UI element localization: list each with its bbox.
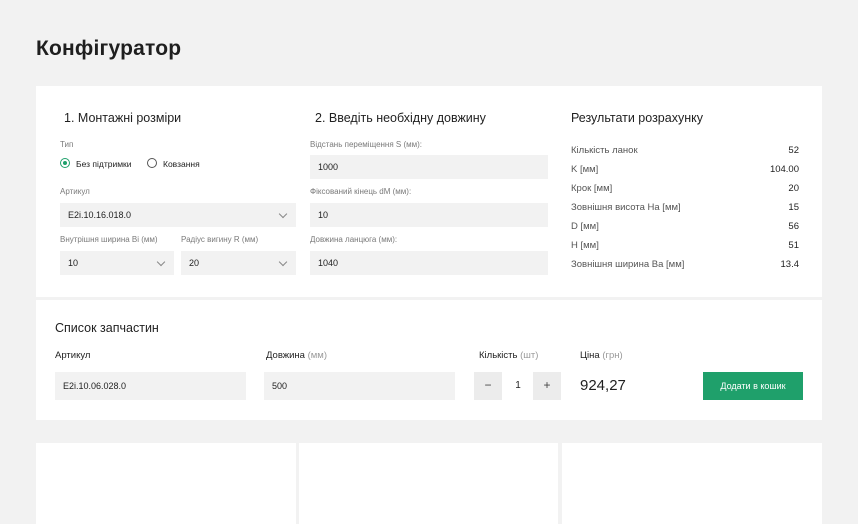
parts-col-length-label: Довжина: [266, 350, 305, 361]
result-key: Зовнішня висота Ha [мм]: [571, 202, 681, 213]
chevron-down-icon: [278, 209, 288, 219]
results-section-title: Результати розрахунку: [571, 111, 703, 125]
chevron-down-icon: [278, 257, 288, 267]
parts-col-qty: Кількість (шт): [479, 350, 538, 361]
result-value: 56: [788, 221, 799, 232]
result-key: Зовнішня ширина Ba [мм]: [571, 259, 685, 270]
result-row: H [мм] 51: [571, 240, 799, 254]
parts-col-price-unit: (грн): [602, 350, 623, 361]
inner-width-value: 10: [68, 258, 79, 268]
chain-length-label: Довжина ланцюга (мм):: [310, 235, 398, 244]
result-row: K [мм] 104.00: [571, 164, 799, 178]
result-row: D [мм] 56: [571, 221, 799, 235]
part-price: 924,27: [580, 377, 626, 394]
qty-decrement-button[interactable]: −: [474, 372, 502, 400]
part-length-input[interactable]: 500: [264, 372, 455, 400]
bend-radius-select[interactable]: 20: [181, 251, 296, 275]
result-row: Зовнішня ширина Ba [мм] 13.4: [571, 259, 799, 273]
inner-width-select[interactable]: 10: [60, 251, 174, 275]
travel-distance-input[interactable]: 1000: [310, 155, 548, 179]
result-key: Крок [мм]: [571, 183, 613, 194]
result-key: D [мм]: [571, 221, 599, 232]
product-card: [36, 443, 296, 524]
parts-col-length-unit: (мм): [307, 350, 327, 361]
article-label: Артикул: [60, 187, 90, 196]
result-key: H [мм]: [571, 240, 599, 251]
result-key: Кількість ланок: [571, 145, 638, 156]
result-value: 15: [788, 202, 799, 213]
parts-col-article: Артикул: [55, 350, 90, 361]
result-value: 13.4: [780, 259, 800, 270]
parts-section-title: Список запчастин: [55, 321, 159, 335]
chevron-down-icon: [156, 257, 166, 267]
bend-radius-label: Радіус вигину R (мм): [181, 235, 259, 244]
inner-width-label: Внутрішня ширина Bi (мм): [60, 235, 158, 244]
result-value: 51: [788, 240, 799, 251]
parts-col-price: Ціна (грн): [580, 350, 623, 361]
radio-no-support-indicator[interactable]: [60, 158, 70, 168]
parts-col-price-label: Ціна: [580, 350, 600, 361]
product-card: [299, 443, 558, 524]
add-to-cart-button[interactable]: Додати в кошик: [703, 372, 803, 400]
fixed-end-input[interactable]: 10: [310, 203, 548, 227]
parts-col-qty-label: Кількість: [479, 350, 518, 361]
radio-sliding-indicator[interactable]: [147, 158, 157, 168]
result-value: 20: [788, 183, 799, 194]
result-row: Зовнішня висота Ha [мм] 15: [571, 202, 799, 216]
result-value: 52: [788, 145, 799, 156]
result-row: Крок [мм] 20: [571, 183, 799, 197]
result-row: Кількість ланок 52: [571, 145, 799, 159]
qty-value[interactable]: 1: [502, 372, 534, 400]
article-select-value: E2i.10.16.018.0: [68, 210, 132, 220]
qty-increment-button[interactable]: +: [533, 372, 561, 400]
article-select[interactable]: E2i.10.16.018.0: [60, 203, 296, 227]
parts-col-qty-unit: (шт): [520, 350, 539, 361]
result-value: 104.00: [769, 164, 799, 175]
bend-radius-value: 20: [189, 258, 200, 268]
result-key: K [мм]: [571, 164, 599, 175]
part-article-field[interactable]: E2i.10.06.028.0: [55, 372, 246, 400]
product-card: [562, 443, 822, 524]
length-section-title: 2. Введіть необхідну довжину: [315, 111, 486, 125]
mounting-section-title: 1. Монтажні розміри: [64, 111, 182, 125]
radio-no-support-label: Без підтримки: [76, 159, 132, 169]
travel-distance-label: Відстань переміщення S (мм):: [310, 140, 423, 149]
fixed-end-label: Фіксований кінець dM (мм):: [310, 187, 412, 196]
radio-sliding-label: Ковзання: [163, 159, 200, 169]
page-title: Конфігуратор: [36, 37, 182, 60]
parts-col-length: Довжина (мм): [266, 350, 327, 361]
type-label: Тип: [60, 140, 74, 149]
parts-panel: [36, 300, 822, 420]
chain-length-field: 1040: [310, 251, 548, 275]
parts-col-article-label: Артикул: [55, 350, 91, 361]
